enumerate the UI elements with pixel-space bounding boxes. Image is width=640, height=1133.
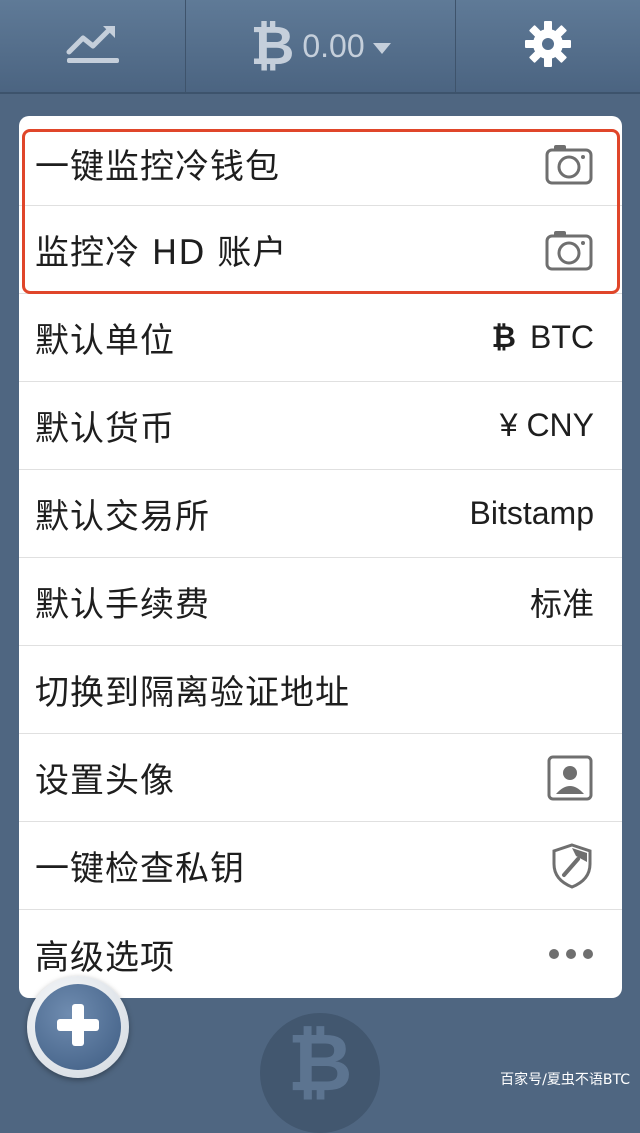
chart-button[interactable]	[0, 0, 186, 92]
settings-button[interactable]	[456, 0, 640, 92]
top-bar: ₿ 0.00	[0, 0, 640, 94]
menu-item-check-private-key[interactable]: 一键检查私钥	[19, 822, 622, 910]
add-button[interactable]	[27, 976, 129, 1078]
gear-icon	[523, 19, 573, 73]
more-dots-icon	[548, 947, 594, 961]
avatar-frame-icon	[546, 754, 594, 802]
menu-item-label: 默认交易所	[35, 497, 210, 537]
menu-item-default-currency[interactable]: 默认货币 ¥ CNY	[19, 382, 622, 470]
menu-item-set-avatar[interactable]: 设置头像	[19, 734, 622, 822]
exchange-value: Bitstamp	[469, 495, 594, 531]
menu-item-value: ₿ BTC	[492, 319, 594, 356]
menu-item-monitor-cold-wallet[interactable]: 一键监控冷钱包	[19, 116, 622, 206]
bitcoin-icon: ₿	[491, 320, 516, 355]
camera-icon	[544, 228, 594, 272]
chart-trend-icon	[65, 22, 121, 70]
menu-item-label: 设置头像	[35, 761, 175, 801]
balance-amount: 0.00	[302, 27, 365, 64]
currency-value: ¥ CNY	[499, 407, 594, 443]
menu-item-advanced-options[interactable]: 高级选项	[19, 910, 622, 998]
menu-item-label: 一键检查私钥	[35, 849, 245, 889]
unit-value: BTC	[530, 319, 594, 355]
camera-icon	[544, 142, 594, 186]
menu-item-label: 高级选项	[35, 937, 175, 978]
menu-item-default-unit[interactable]: 默认单位 ₿ BTC	[19, 294, 622, 382]
menu-item-label: 默认单位	[35, 321, 175, 361]
chevron-down-icon	[372, 42, 391, 54]
bitcoin-icon: ₿	[287, 1016, 353, 1109]
settings-menu: 一键监控冷钱包 监控冷 HD 账户 默认单位 ₿ BTC 默认货币 ¥ CNY …	[19, 116, 622, 998]
shield-icon	[550, 842, 594, 890]
fee-value: 标准	[529, 585, 594, 622]
watermark: 百家号/夏虫不语BTC	[500, 1072, 630, 1088]
menu-item-label: 默认货币	[35, 409, 175, 449]
menu-item-label: 切换到隔离验证地址	[35, 673, 350, 713]
menu-item-label: 监控冷 HD 账户	[35, 233, 288, 273]
plus-icon	[53, 1000, 103, 1054]
menu-item-default-exchange[interactable]: 默认交易所 Bitstamp	[19, 470, 622, 558]
bitcoin-logo: ₿	[260, 1013, 380, 1133]
menu-item-default-fee[interactable]: 默认手续费 标准	[19, 558, 622, 646]
menu-item-label: 一键监控冷钱包	[35, 147, 280, 187]
bitcoin-icon: ₿	[250, 14, 295, 77]
menu-item-segwit-address[interactable]: 切换到隔离验证地址	[19, 646, 622, 734]
menu-item-label: 默认手续费	[35, 585, 210, 625]
balance-selector[interactable]: ₿ 0.00	[186, 0, 456, 92]
menu-item-monitor-cold-hd[interactable]: 监控冷 HD 账户	[19, 206, 622, 294]
